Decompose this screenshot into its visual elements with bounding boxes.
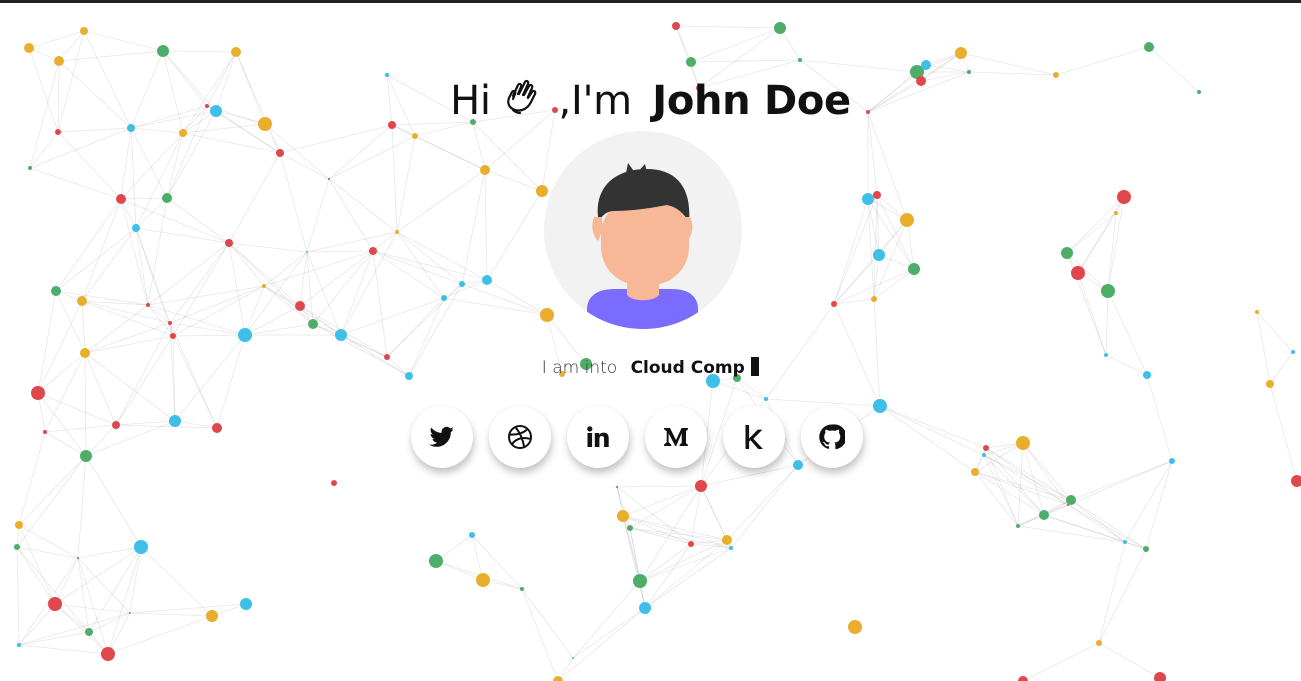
tagline-typed: Cloud Comp bbox=[630, 358, 745, 378]
medium-icon bbox=[664, 428, 688, 446]
headline: Hi ,I'm John Doe bbox=[0, 76, 1301, 130]
hero-section: Hi ,I'm John Doe I am into Cloud Comp bbox=[0, 0, 1301, 681]
github-icon bbox=[819, 424, 845, 450]
twitter-button[interactable] bbox=[411, 406, 473, 468]
intro-text: ,I'm bbox=[558, 78, 633, 124]
linkedin-button[interactable] bbox=[567, 406, 629, 468]
person-name: John Doe bbox=[652, 78, 851, 124]
tagline-prefix: I am into bbox=[541, 358, 618, 378]
kaggle-icon bbox=[745, 425, 763, 449]
dribbble-button[interactable] bbox=[489, 406, 551, 468]
twitter-icon bbox=[429, 426, 454, 447]
kaggle-button[interactable] bbox=[723, 406, 785, 468]
github-button[interactable] bbox=[801, 406, 863, 468]
waving-hand-icon bbox=[505, 76, 545, 130]
cursor-block-icon bbox=[751, 357, 760, 376]
greeting-text: Hi bbox=[450, 78, 491, 124]
avatar bbox=[544, 131, 742, 329]
linkedin-icon bbox=[587, 426, 609, 447]
avatar-icon bbox=[544, 131, 742, 329]
dribbble-icon bbox=[508, 425, 532, 449]
tagline: I am into Cloud Comp bbox=[0, 354, 1301, 382]
medium-button[interactable] bbox=[645, 406, 707, 468]
social-links bbox=[411, 406, 881, 470]
